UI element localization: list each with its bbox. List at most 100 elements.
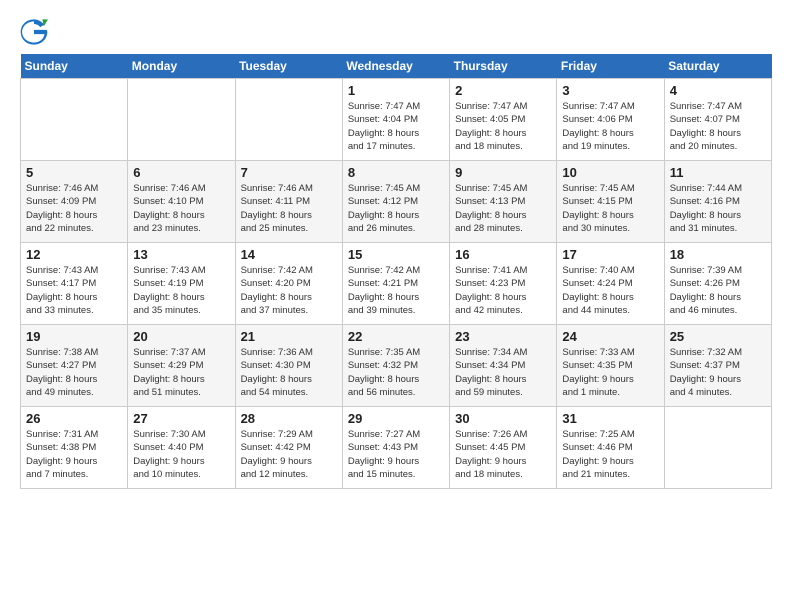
day-number: 11 bbox=[670, 165, 766, 180]
day-number: 19 bbox=[26, 329, 122, 344]
day-cell: 17Sunrise: 7:40 AM Sunset: 4:24 PM Dayli… bbox=[557, 243, 664, 325]
day-info: Sunrise: 7:41 AM Sunset: 4:23 PM Dayligh… bbox=[455, 264, 551, 317]
day-number: 3 bbox=[562, 83, 658, 98]
day-cell: 12Sunrise: 7:43 AM Sunset: 4:17 PM Dayli… bbox=[21, 243, 128, 325]
week-row-5: 26Sunrise: 7:31 AM Sunset: 4:38 PM Dayli… bbox=[21, 407, 772, 489]
day-number: 25 bbox=[670, 329, 766, 344]
day-number: 4 bbox=[670, 83, 766, 98]
day-info: Sunrise: 7:43 AM Sunset: 4:17 PM Dayligh… bbox=[26, 264, 122, 317]
day-cell: 18 Sunrise: 7:39 AM Sunset: 4:26 PM Dayli… bbox=[664, 243, 771, 325]
day-number: 27 bbox=[133, 411, 229, 426]
day-number: 1 bbox=[348, 83, 444, 98]
day-number: 14 bbox=[241, 247, 337, 262]
day-number: 7 bbox=[241, 165, 337, 180]
day-info: Sunrise: 7:45 AM Sunset: 4:12 PM Dayligh… bbox=[348, 182, 444, 235]
day-info: Sunrise: 7:36 AM Sunset: 4:30 PM Dayligh… bbox=[241, 346, 337, 399]
day-number: 16 bbox=[455, 247, 551, 262]
day-cell: 22 Sunrise: 7:35 AM Sunset: 4:32 PM Dayli… bbox=[342, 325, 449, 407]
day-cell: 27 Sunrise: 7:30 AM Sunset: 4:40 PM Dayli… bbox=[128, 407, 235, 489]
day-cell: 30Sunrise: 7:26 AM Sunset: 4:45 PM Dayli… bbox=[450, 407, 557, 489]
day-cell: 3 Sunrise: 7:47 AM Sunset: 4:06 PM Daylig… bbox=[557, 79, 664, 161]
weekday-thursday: Thursday bbox=[450, 54, 557, 79]
day-cell bbox=[21, 79, 128, 161]
day-cell bbox=[235, 79, 342, 161]
day-cell: 14 Sunrise: 7:42 AM Sunset: 4:20 PM Dayli… bbox=[235, 243, 342, 325]
day-cell: 25 Sunrise: 7:32 AM Sunset: 4:37 PM Dayli… bbox=[664, 325, 771, 407]
weekday-header-row: SundayMondayTuesdayWednesdayThursdayFrid… bbox=[21, 54, 772, 79]
logo-icon bbox=[20, 18, 48, 46]
day-info: Sunrise: 7:40 AM Sunset: 4:24 PM Dayligh… bbox=[562, 264, 658, 317]
day-number: 30 bbox=[455, 411, 551, 426]
day-cell: 23Sunrise: 7:34 AM Sunset: 4:34 PM Dayli… bbox=[450, 325, 557, 407]
day-info: Sunrise: 7:30 AM Sunset: 4:40 PM Dayligh… bbox=[133, 428, 229, 481]
day-info: Sunrise: 7:46 AM Sunset: 4:09 PM Dayligh… bbox=[26, 182, 122, 235]
day-number: 24 bbox=[562, 329, 658, 344]
day-info: Sunrise: 7:42 AM Sunset: 4:21 PM Dayligh… bbox=[348, 264, 444, 317]
day-cell: 20 Sunrise: 7:37 AM Sunset: 4:29 PM Dayli… bbox=[128, 325, 235, 407]
day-cell: 4 Sunrise: 7:47 AM Sunset: 4:07 PM Daylig… bbox=[664, 79, 771, 161]
day-info: Sunrise: 7:35 AM Sunset: 4:32 PM Dayligh… bbox=[348, 346, 444, 399]
day-cell: 10 Sunrise: 7:45 AM Sunset: 4:15 PM Dayli… bbox=[557, 161, 664, 243]
day-info: Sunrise: 7:29 AM Sunset: 4:42 PM Dayligh… bbox=[241, 428, 337, 481]
weekday-wednesday: Wednesday bbox=[342, 54, 449, 79]
day-cell: 6 Sunrise: 7:46 AM Sunset: 4:10 PM Daylig… bbox=[128, 161, 235, 243]
day-number: 2 bbox=[455, 83, 551, 98]
day-info: Sunrise: 7:44 AM Sunset: 4:16 PM Dayligh… bbox=[670, 182, 766, 235]
day-cell: 15 Sunrise: 7:42 AM Sunset: 4:21 PM Dayli… bbox=[342, 243, 449, 325]
day-cell: 11 Sunrise: 7:44 AM Sunset: 4:16 PM Dayli… bbox=[664, 161, 771, 243]
day-info: Sunrise: 7:38 AM Sunset: 4:27 PM Dayligh… bbox=[26, 346, 122, 399]
weekday-sunday: Sunday bbox=[21, 54, 128, 79]
day-info: Sunrise: 7:27 AM Sunset: 4:43 PM Dayligh… bbox=[348, 428, 444, 481]
day-number: 8 bbox=[348, 165, 444, 180]
header bbox=[20, 18, 772, 46]
day-info: Sunrise: 7:39 AM Sunset: 4:26 PM Dayligh… bbox=[670, 264, 766, 317]
day-cell: 21 Sunrise: 7:36 AM Sunset: 4:30 PM Dayli… bbox=[235, 325, 342, 407]
day-number: 6 bbox=[133, 165, 229, 180]
day-info: Sunrise: 7:32 AM Sunset: 4:37 PM Dayligh… bbox=[670, 346, 766, 399]
day-info: Sunrise: 7:46 AM Sunset: 4:10 PM Dayligh… bbox=[133, 182, 229, 235]
day-cell: 9Sunrise: 7:45 AM Sunset: 4:13 PM Daylig… bbox=[450, 161, 557, 243]
day-number: 13 bbox=[133, 247, 229, 262]
calendar-table: SundayMondayTuesdayWednesdayThursdayFrid… bbox=[20, 54, 772, 489]
day-number: 10 bbox=[562, 165, 658, 180]
day-number: 31 bbox=[562, 411, 658, 426]
day-number: 28 bbox=[241, 411, 337, 426]
day-info: Sunrise: 7:47 AM Sunset: 4:05 PM Dayligh… bbox=[455, 100, 551, 153]
day-number: 22 bbox=[348, 329, 444, 344]
week-row-3: 12Sunrise: 7:43 AM Sunset: 4:17 PM Dayli… bbox=[21, 243, 772, 325]
logo bbox=[20, 18, 52, 46]
day-cell: 26Sunrise: 7:31 AM Sunset: 4:38 PM Dayli… bbox=[21, 407, 128, 489]
day-cell bbox=[664, 407, 771, 489]
weekday-tuesday: Tuesday bbox=[235, 54, 342, 79]
day-cell: 5 Sunrise: 7:46 AM Sunset: 4:09 PM Daylig… bbox=[21, 161, 128, 243]
page: SundayMondayTuesdayWednesdayThursdayFrid… bbox=[0, 0, 792, 499]
day-number: 5 bbox=[26, 165, 122, 180]
day-cell: 19 Sunrise: 7:38 AM Sunset: 4:27 PM Dayli… bbox=[21, 325, 128, 407]
day-info: Sunrise: 7:45 AM Sunset: 4:13 PM Dayligh… bbox=[455, 182, 551, 235]
day-number: 21 bbox=[241, 329, 337, 344]
day-info: Sunrise: 7:37 AM Sunset: 4:29 PM Dayligh… bbox=[133, 346, 229, 399]
day-info: Sunrise: 7:47 AM Sunset: 4:06 PM Dayligh… bbox=[562, 100, 658, 153]
day-cell: 31Sunrise: 7:25 AM Sunset: 4:46 PM Dayli… bbox=[557, 407, 664, 489]
day-cell: 28 Sunrise: 7:29 AM Sunset: 4:42 PM Dayli… bbox=[235, 407, 342, 489]
day-info: Sunrise: 7:47 AM Sunset: 4:07 PM Dayligh… bbox=[670, 100, 766, 153]
day-number: 29 bbox=[348, 411, 444, 426]
day-cell: 24Sunrise: 7:33 AM Sunset: 4:35 PM Dayli… bbox=[557, 325, 664, 407]
day-number: 23 bbox=[455, 329, 551, 344]
weekday-friday: Friday bbox=[557, 54, 664, 79]
day-cell: 7 Sunrise: 7:46 AM Sunset: 4:11 PM Daylig… bbox=[235, 161, 342, 243]
week-row-2: 5 Sunrise: 7:46 AM Sunset: 4:09 PM Daylig… bbox=[21, 161, 772, 243]
day-info: Sunrise: 7:46 AM Sunset: 4:11 PM Dayligh… bbox=[241, 182, 337, 235]
weekday-saturday: Saturday bbox=[664, 54, 771, 79]
day-info: Sunrise: 7:42 AM Sunset: 4:20 PM Dayligh… bbox=[241, 264, 337, 317]
day-info: Sunrise: 7:45 AM Sunset: 4:15 PM Dayligh… bbox=[562, 182, 658, 235]
day-number: 15 bbox=[348, 247, 444, 262]
week-row-4: 19 Sunrise: 7:38 AM Sunset: 4:27 PM Dayli… bbox=[21, 325, 772, 407]
day-cell: 2 Sunrise: 7:47 AM Sunset: 4:05 PM Daylig… bbox=[450, 79, 557, 161]
day-number: 20 bbox=[133, 329, 229, 344]
weekday-monday: Monday bbox=[128, 54, 235, 79]
day-number: 18 bbox=[670, 247, 766, 262]
day-cell: 16 Sunrise: 7:41 AM Sunset: 4:23 PM Dayli… bbox=[450, 243, 557, 325]
day-cell bbox=[128, 79, 235, 161]
day-cell: 13Sunrise: 7:43 AM Sunset: 4:19 PM Dayli… bbox=[128, 243, 235, 325]
